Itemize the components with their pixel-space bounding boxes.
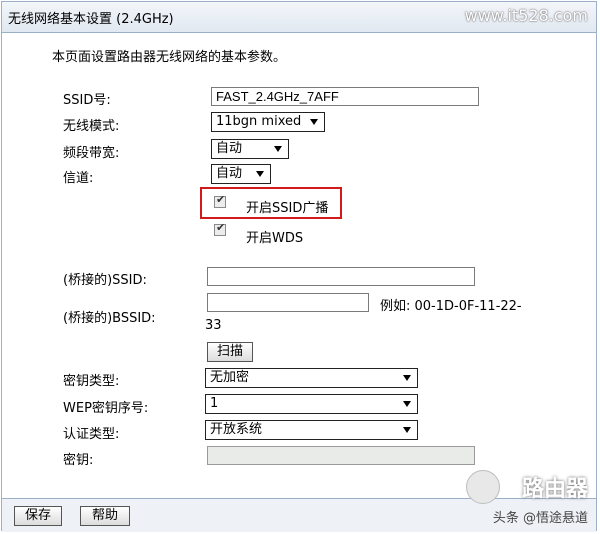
wireless-mode-value: 11bgn mixed [216,114,302,129]
watermark: www.it528.com [464,6,588,25]
source-credit: 头条 @悟途悬道 [492,511,588,526]
brand-logo: 路由器 [521,477,588,502]
channel-value: 自动 [216,166,243,181]
ssid-input[interactable] [211,87,479,106]
wep-index-value: 1 [210,396,219,411]
channel-select[interactable]: 自动 [211,164,271,184]
chevron-down-icon [403,401,411,407]
bssid-example: 例如: 00-1D-0F-11-22- [380,299,522,314]
checkmark-icon: ✔ [216,193,226,206]
wds-checkbox[interactable]: ✔ [214,221,226,236]
bssid-example-continued: 33 [205,318,222,333]
key-input[interactable] [207,446,475,465]
key-type-label: 密钥类型: [63,374,120,389]
page-title: 无线网络基本设置 (2.4GHz) [8,12,174,27]
ssid-label: SSID号: [63,93,111,108]
auth-type-label: 认证类型: [63,427,120,442]
bandwidth-value: 自动 [216,141,243,156]
bridged-bssid-label: (桥接的)BSSID: [63,311,156,326]
title-bar: 无线网络基本设置 (2.4GHz) www.it528.com [2,2,596,33]
chevron-down-icon [310,119,318,125]
scan-button[interactable]: 扫描 [207,342,253,362]
wep-index-label: WEP密钥序号: [63,401,149,416]
bridged-ssid-input[interactable] [207,267,475,286]
chevron-down-icon [256,171,264,177]
key-type-select[interactable]: 无加密 [205,368,418,388]
auth-type-value: 开放系统 [210,422,263,437]
save-button[interactable]: 保存 [14,506,62,526]
checkmark-icon: ✔ [216,221,226,234]
bandwidth-label: 频段带宽: [63,146,120,161]
wds-label: 开启WDS [246,231,304,246]
chevron-down-icon [403,427,411,433]
ssid-broadcast-label: 开启SSID广播 [246,201,329,216]
chevron-down-icon [403,375,411,381]
channel-label: 信道: [63,171,94,186]
key-type-value: 无加密 [210,370,250,385]
router-logo-icon [466,470,500,504]
bandwidth-select[interactable]: 自动 [211,139,289,159]
wireless-mode-select[interactable]: 11bgn mixed [211,112,325,132]
ssid-broadcast-checkbox[interactable]: ✔ [214,193,226,208]
wireless-mode-label: 无线模式: [63,119,120,134]
bridged-bssid-input[interactable] [207,293,369,312]
help-button[interactable]: 帮助 [80,506,130,526]
chevron-down-icon [274,146,282,152]
key-label: 密钥: [63,453,94,468]
bridged-ssid-label: (桥接的)SSID: [63,273,147,288]
wep-index-select[interactable]: 1 [205,394,418,414]
auth-type-select[interactable]: 开放系统 [205,420,418,440]
page-description: 本页面设置路由器无线网络的基本参数。 [52,50,287,65]
